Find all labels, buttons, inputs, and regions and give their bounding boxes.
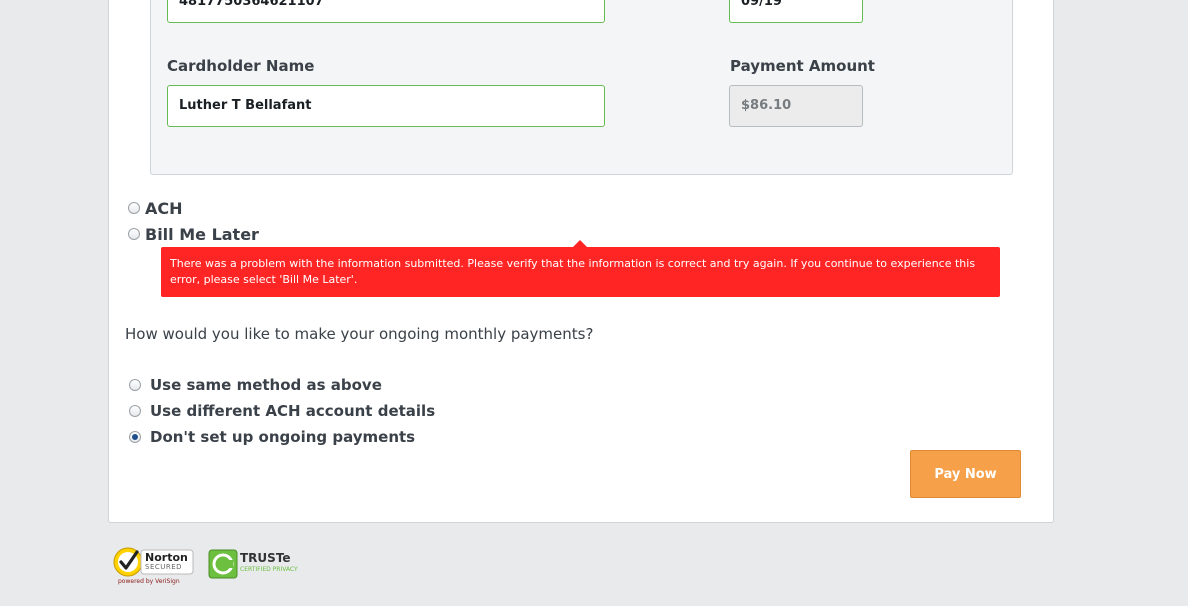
ongoing-option-same-method[interactable]: Use same method as above	[129, 376, 382, 394]
ongoing-option-different-ach[interactable]: Use different ACH account details	[129, 402, 435, 420]
no-ongoing-radio[interactable]	[129, 431, 141, 443]
same-method-radio[interactable]	[129, 379, 141, 391]
cardholder-name-field[interactable]: Luther T Bellafant	[167, 85, 605, 127]
payment-amount-value: $86.10	[741, 98, 792, 113]
ongoing-payments-question: How would you like to make your ongoing …	[125, 325, 594, 343]
no-ongoing-label: Don't set up ongoing payments	[150, 428, 416, 446]
pay-now-button[interactable]: Pay Now	[910, 450, 1021, 498]
norton-subtitle: SECURED	[145, 563, 183, 571]
bill-me-later-radio[interactable]	[128, 228, 140, 240]
norton-secured-badge[interactable]: Norton SECURED powered by VeriSign	[112, 545, 196, 589]
bill-me-later-label: Bill Me Later	[145, 224, 259, 244]
ach-radio[interactable]	[128, 202, 140, 214]
norton-powered-by: powered by VeriSign	[118, 578, 180, 585]
same-method-label: Use same method as above	[150, 376, 382, 394]
different-ach-radio[interactable]	[129, 405, 141, 417]
expiry-date-value: 09/19	[741, 0, 782, 9]
error-message: There was a problem with the information…	[161, 247, 1000, 297]
card-number-field[interactable]: 4817750364621107	[167, 0, 605, 23]
different-ach-label: Use different ACH account details	[150, 402, 436, 420]
payment-method-bill-me-later[interactable]: Bill Me Later	[128, 224, 259, 244]
ach-label: ACH	[145, 198, 183, 218]
ongoing-option-none[interactable]: Don't set up ongoing payments	[129, 428, 415, 446]
payment-amount-label: Payment Amount	[730, 57, 875, 75]
truste-subtitle: CERTIFIED PRIVACY	[240, 566, 298, 573]
error-message-text: There was a problem with the information…	[170, 257, 976, 286]
truste-badge[interactable]: TRUSTe CERTIFIED PRIVACY	[208, 549, 308, 579]
pay-now-label: Pay Now	[934, 466, 997, 482]
expiry-date-field[interactable]: 09/19	[729, 0, 863, 23]
truste-title: TRUSTe	[240, 551, 291, 565]
card-number-value: 4817750364621107	[179, 0, 324, 9]
cardholder-name-label: Cardholder Name	[167, 57, 315, 75]
truste-seal-icon	[208, 549, 238, 579]
payment-method-ach[interactable]: ACH	[128, 198, 183, 218]
error-tooltip-arrow	[573, 240, 587, 247]
payment-amount-field: $86.10	[729, 85, 863, 127]
cardholder-name-value: Luther T Bellafant	[179, 98, 312, 113]
